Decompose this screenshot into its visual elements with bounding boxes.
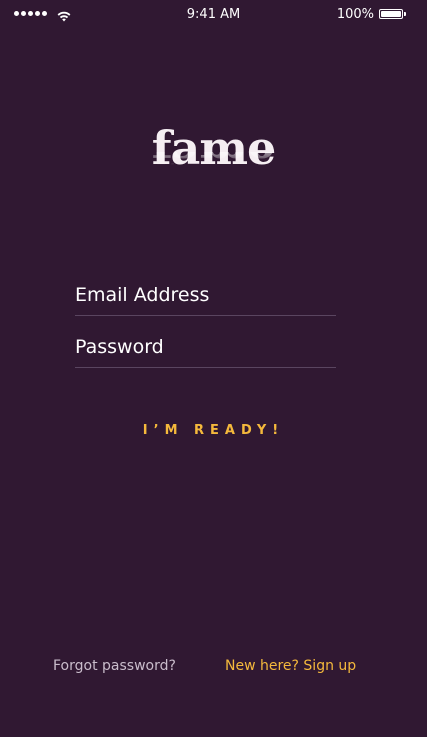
battery-percent: 100% (336, 7, 374, 22)
app-logo: fame fame (0, 124, 427, 204)
forgot-password-link[interactable]: Forgot password? (53, 658, 176, 674)
status-bar: 9:41 AM 100% (0, 0, 427, 30)
password-field-container (75, 327, 336, 368)
sign-up-link[interactable]: New here? Sign up (225, 658, 356, 674)
battery-nub (404, 12, 406, 16)
email-field-container (75, 275, 336, 316)
battery-fill (381, 11, 401, 17)
logo-reflection: fame (0, 152, 427, 174)
email-field[interactable] (75, 275, 336, 315)
battery-icon (379, 9, 406, 19)
im-ready-button[interactable]: I’M READY! (0, 418, 427, 442)
login-screen: 9:41 AM 100% fame fame I’M READY! Forgot… (0, 0, 427, 737)
password-field[interactable] (75, 327, 336, 367)
